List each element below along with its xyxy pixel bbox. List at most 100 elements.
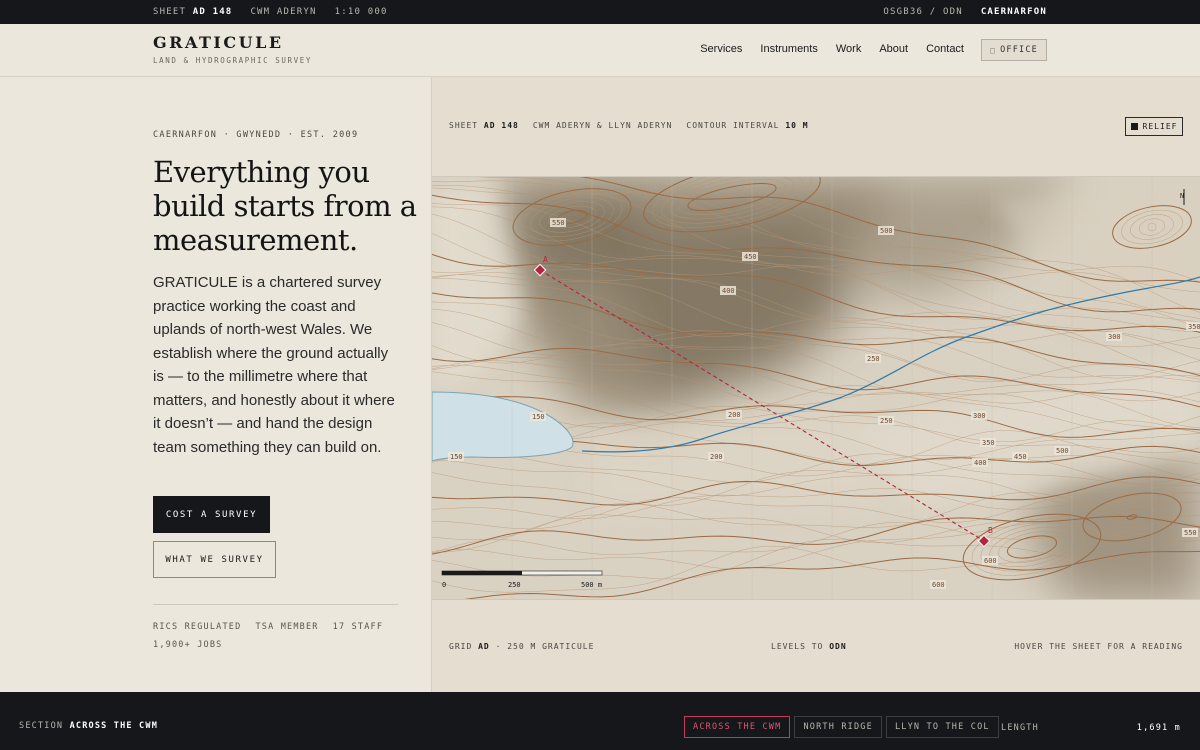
caption-area: CWM ADERYN & LLYN ADERYN — [532, 121, 673, 130]
office-button[interactable]: □ OFFICE — [981, 39, 1047, 61]
tab-north-ridge[interactable]: NORTH RIDGE — [794, 716, 882, 738]
contour-label: 400 — [720, 286, 736, 295]
brand-tagline: LAND & HYDROGRAPHIC SURVEY — [153, 56, 312, 65]
brand-name: GRATICULE — [153, 33, 284, 52]
contour-label: 600 — [930, 580, 946, 589]
point-b-label: B — [988, 526, 993, 535]
hero-lede: GRATICULE is a chartered survey practice… — [153, 274, 395, 456]
contour-label: 600 — [982, 556, 998, 565]
contour-label-text: 500 — [880, 227, 893, 235]
contour-label: 550 — [550, 218, 566, 227]
contour-label: 300 — [1106, 332, 1122, 341]
hero-eyebrow: CAERNARFON · GWYNEDD · EST. 2009 — [153, 130, 359, 140]
contour-label-text: 500 — [1056, 447, 1069, 455]
site-header: GRATICULE LAND & HYDROGRAPHIC SURVEY Ser… — [0, 24, 1200, 77]
contour-label-text: 200 — [728, 411, 741, 419]
levels-value: ODN — [829, 642, 847, 651]
tab-llyn-to-the-col[interactable]: LLYN TO THE COL — [885, 716, 999, 738]
north-label: N — [1180, 192, 1184, 200]
point-a-label: A — [543, 255, 548, 264]
relief-toggle[interactable]: RELIEF — [1125, 117, 1183, 136]
contour-label: 250 — [878, 416, 894, 425]
contour-label-text: 150 — [532, 413, 545, 421]
contour-label-text: 550 — [552, 219, 565, 227]
caption-sheet-label: SHEET — [449, 121, 479, 130]
contour-label-text: 150 — [450, 453, 463, 461]
top-status-bar: SHEET AD 148 CWM ADERYN 1:10 000 OSGB36 … — [0, 0, 1200, 24]
contour-label: 450 — [742, 252, 758, 261]
contour-label-text: 400 — [974, 459, 987, 467]
map-panel: SHEET AD 148 CWM ADERYN & LLYN ADERYN CO… — [432, 77, 1200, 692]
place-name: CAERNARFON — [980, 7, 1047, 17]
contour-label-text: 450 — [744, 253, 757, 261]
contour-label-text: 250 — [867, 355, 880, 363]
contour-label-text: 450 — [1014, 453, 1027, 461]
office-label: OFFICE — [1000, 45, 1038, 55]
contour-label: 350 — [980, 438, 996, 447]
lock-icon: □ — [990, 45, 997, 55]
map-scale: 1:10 000 — [334, 7, 388, 17]
contour-label: 300 — [971, 411, 987, 420]
levels-label: LEVELS TO — [771, 642, 824, 651]
section-bar: SECTION ACROSS THE CWM ACROSS THE CWM NO… — [0, 692, 1200, 750]
map-levels-note: LEVELS TO ODN — [771, 642, 847, 651]
contour-label-text: 600 — [932, 581, 945, 589]
survey-map[interactable]: 550 500 450 400 250 200 150 150 200 250 300 300 350 4… — [432, 176, 1200, 600]
nav-about[interactable]: About — [879, 43, 908, 55]
map-caption: SHEET AD 148 CWM ADERYN & LLYN ADERYN CO… — [449, 121, 809, 130]
stat-tsa: TSA MEMBER — [255, 622, 319, 632]
contour-label: 500 — [878, 226, 894, 235]
main-nav: Services Instruments Work About Contact — [700, 43, 964, 55]
map-grid-note: GRID AD · 250 M GRATICULE — [449, 642, 594, 651]
nav-work[interactable]: Work — [836, 43, 861, 55]
section-label: SECTION — [19, 721, 64, 731]
contour-label-text: 400 — [722, 287, 735, 295]
area-name: CWM ADERYN — [250, 7, 317, 17]
contour-label: 250 — [865, 354, 881, 363]
what-we-survey-button[interactable]: WHAT WE SURVEY — [153, 541, 276, 578]
caption-interval-label: CONTOUR INTERVAL — [686, 121, 780, 130]
section-tabs: ACROSS THE CWM NORTH RIDGE LLYN TO THE C… — [684, 716, 999, 738]
nav-instruments[interactable]: Instruments — [760, 43, 817, 55]
sheet-id: AD 148 — [192, 7, 233, 17]
scale-label-250: 250 — [508, 581, 521, 589]
hero-title: Everything you build starts from a measu… — [153, 155, 417, 257]
contour-label: 200 — [708, 452, 724, 461]
caption-interval: 10 M — [785, 121, 809, 130]
contour-label-text: 300 — [1108, 333, 1121, 341]
hero-panel: CAERNARFON · GWYNEDD · EST. 2009 Everyth… — [0, 77, 432, 692]
nav-contact[interactable]: Contact — [926, 43, 964, 55]
scale-label-0: 0 — [442, 581, 446, 589]
divider — [153, 604, 398, 605]
contour-label: 150 — [530, 412, 546, 421]
contour-map-svg[interactable]: 550 500 450 400 250 200 150 150 200 250 300 300 350 4… — [432, 177, 1200, 600]
square-icon — [1130, 123, 1138, 130]
length-label: LENGTH — [1001, 723, 1039, 733]
contour-label-text: 300 — [973, 412, 986, 420]
scale-label-500: 500 m — [581, 581, 602, 589]
contour-label: 150 — [448, 452, 464, 461]
tab-across-the-cwm[interactable]: ACROSS THE CWM — [684, 716, 791, 738]
contour-label: 350 — [1186, 322, 1200, 331]
credentials-list: RICS REGULATED TSA MEMBER 17 STAFF 1,900+ … — [153, 618, 403, 654]
contour-label: 200 — [726, 410, 742, 419]
stat-rics: RICS REGULATED — [153, 622, 242, 632]
grid-text: · 250 M GRATICULE — [495, 642, 595, 651]
stat-staff: 17 STAFF — [332, 622, 384, 632]
brand-logo[interactable]: GRATICULE LAND & HYDROGRAPHIC SURVEY — [153, 33, 312, 65]
contour-label-text: 550 — [1184, 529, 1197, 537]
contour-label: 500 — [1054, 446, 1070, 455]
nav-services[interactable]: Services — [700, 43, 742, 55]
map-hover-hint: HOVER THE SHEET FOR A READING — [1014, 642, 1183, 651]
contour-label: 400 — [972, 458, 988, 467]
contour-label: 450 — [1012, 452, 1028, 461]
stat-jobs: 1,900+ JOBS — [153, 640, 223, 650]
grid-id: AD — [478, 642, 490, 651]
cost-survey-button[interactable]: COST A SURVEY — [153, 496, 270, 533]
contour-label-text: 250 — [880, 417, 893, 425]
grid-label: GRID — [449, 642, 473, 651]
contour-label-text: 350 — [982, 439, 995, 447]
relief-label: RELIEF — [1142, 122, 1178, 131]
contour-label-text: 200 — [710, 453, 723, 461]
section-title: SECTION ACROSS THE CWM — [19, 721, 158, 731]
